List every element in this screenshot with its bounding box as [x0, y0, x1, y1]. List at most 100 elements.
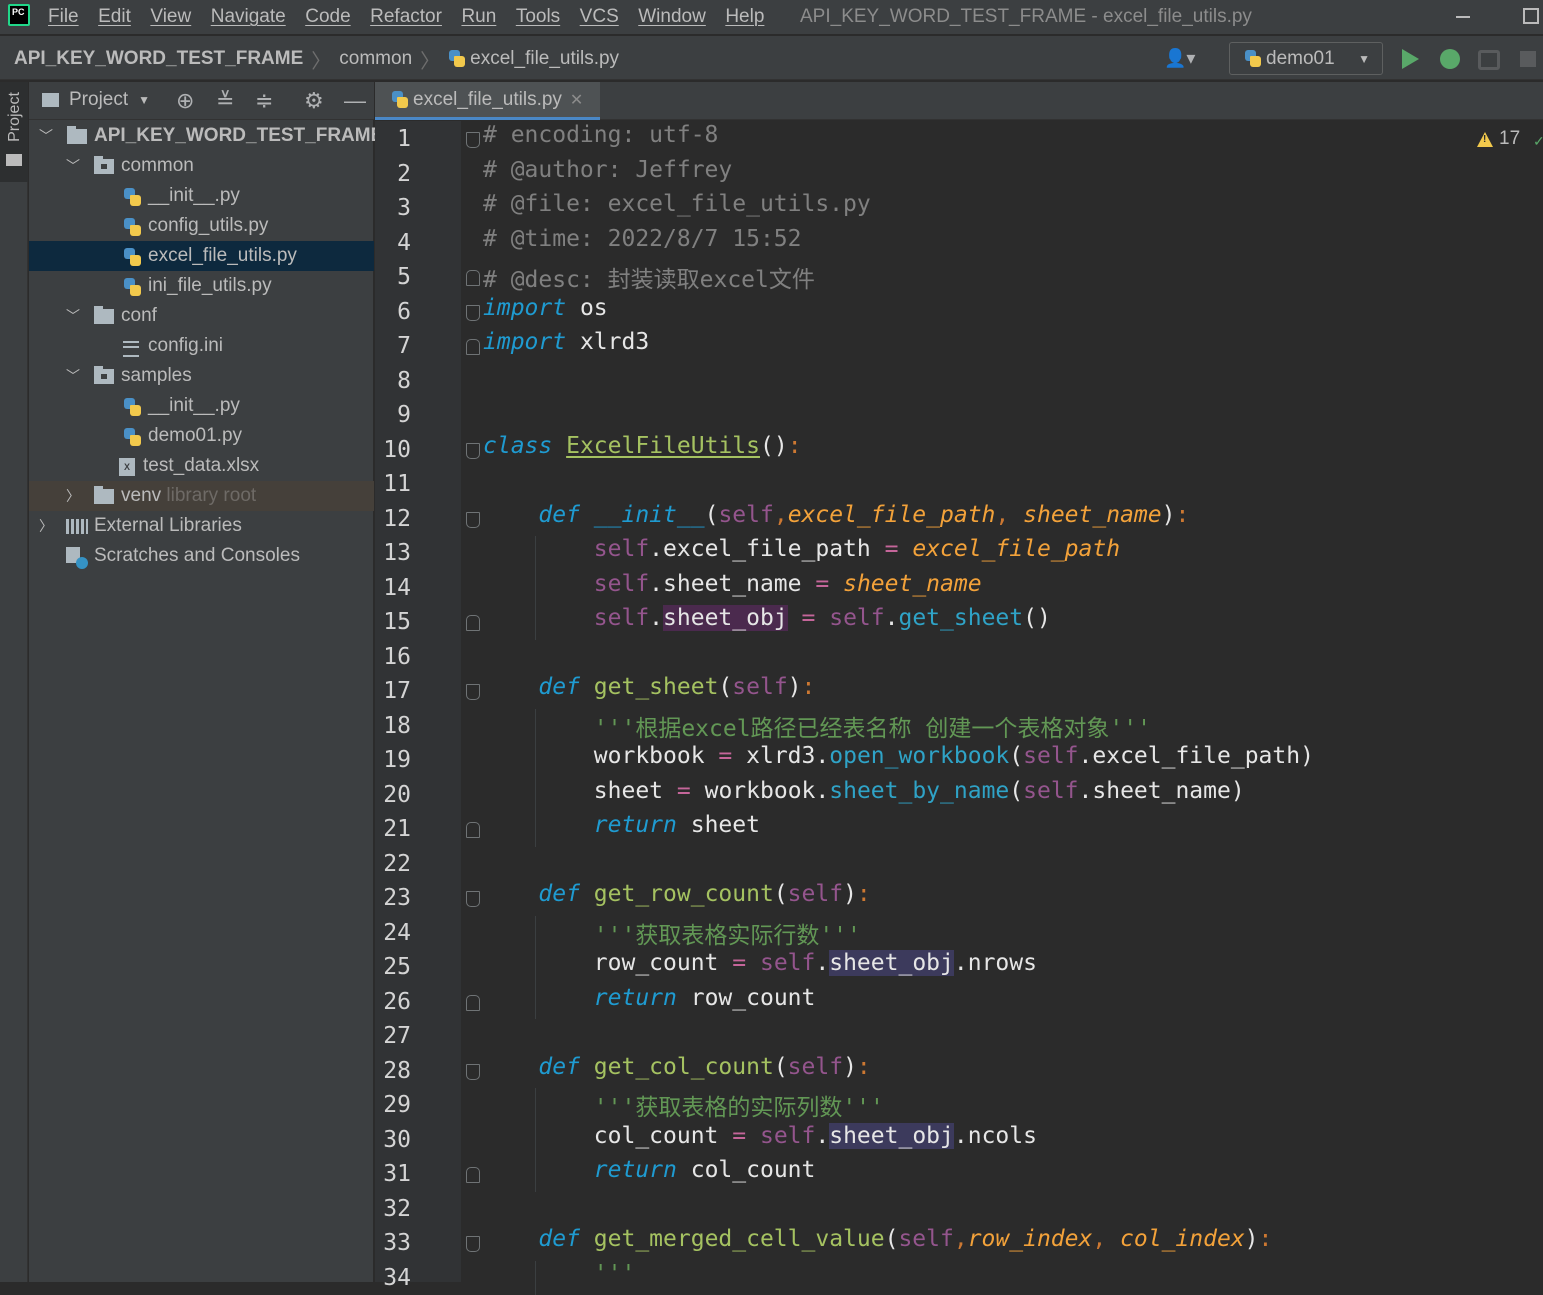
code-line[interactable]: col_count = self.sheet_obj.ncols — [483, 1123, 1037, 1158]
fold-marker-icon[interactable] — [466, 615, 480, 631]
tree-item-external-libraries[interactable]: 〉 External Libraries — [29, 511, 374, 541]
code-line[interactable]: import xlrd3 — [483, 329, 649, 364]
project-view-select[interactable]: Project ▼ — [42, 89, 150, 111]
menu-refactor[interactable]: Refactor — [370, 4, 442, 30]
breadcrumb-project[interactable]: API_KEY_WORD_TEST_FRAME — [14, 48, 303, 70]
line-number: 17 — [375, 674, 411, 709]
tree-item-file[interactable]: __init__.py — [29, 181, 374, 211]
code-line[interactable]: # encoding: utf-8 — [483, 122, 718, 157]
fold-marker-icon[interactable] — [466, 891, 480, 907]
tree-item-label: conf — [121, 301, 157, 331]
tree-item-file[interactable]: ini_file_utils.py — [29, 271, 374, 301]
inspection-warnings[interactable]: 17 — [1477, 128, 1520, 150]
fold-marker-icon[interactable] — [466, 1064, 480, 1080]
menu-vcs[interactable]: VCS — [580, 4, 619, 30]
fold-marker-icon[interactable] — [466, 132, 480, 148]
editor-tab-active[interactable]: excel_file_utils.py ✕ — [375, 82, 600, 120]
line-number: 7 — [375, 329, 411, 364]
fold-marker-icon[interactable] — [466, 995, 480, 1011]
code-line[interactable]: self.excel_file_path = excel_file_path — [483, 536, 1120, 571]
menu-code[interactable]: Code — [305, 4, 350, 30]
tree-item-file[interactable]: demo01.py — [29, 421, 374, 451]
fold-marker-icon[interactable] — [466, 1236, 480, 1252]
code-line[interactable]: def get_col_count(self): — [483, 1054, 871, 1089]
fold-marker-icon[interactable] — [466, 270, 480, 286]
package-folder-icon — [94, 159, 114, 174]
chevron-right-icon: 〉 — [39, 511, 53, 541]
code-line[interactable]: def __init__(self,excel_file_path, sheet… — [483, 502, 1189, 537]
maximize-icon[interactable] — [1523, 8, 1539, 24]
code-line[interactable]: return row_count — [483, 985, 815, 1020]
gear-icon[interactable]: ⚙ — [304, 89, 324, 113]
chevron-down-icon: ﹀ — [39, 121, 53, 151]
code-line[interactable]: return sheet — [483, 812, 760, 847]
line-number: 11 — [375, 467, 411, 502]
folder-icon — [42, 93, 59, 107]
tree-item-samples[interactable]: ﹀ samples — [29, 361, 374, 391]
locate-icon[interactable]: ⊕ — [176, 89, 194, 113]
expand-all-icon[interactable]: ≚ — [216, 89, 234, 113]
chevron-down-icon: ▼ — [1358, 52, 1370, 66]
code-line[interactable]: sheet = workbook.sheet_by_name(self.shee… — [483, 778, 1245, 813]
menu-navigate[interactable]: Navigate — [211, 4, 286, 30]
code-line[interactable]: def get_merged_cell_value(self,row_index… — [483, 1226, 1272, 1261]
run-configuration-select[interactable]: demo01 ▼ — [1229, 42, 1383, 75]
fold-marker-icon[interactable] — [466, 512, 480, 528]
menu-window[interactable]: Window — [638, 4, 706, 30]
fold-marker-icon[interactable] — [466, 1167, 480, 1183]
code-line[interactable]: return col_count — [483, 1157, 815, 1192]
code-line[interactable]: self.sheet_obj = self.get_sheet() — [483, 605, 1051, 640]
code-line[interactable]: def get_row_count(self): — [483, 881, 871, 916]
code-line[interactable]: def get_sheet(self): — [483, 674, 815, 709]
run-icon[interactable] — [1402, 49, 1419, 69]
minimize-icon[interactable] — [1456, 16, 1470, 18]
tree-item-file[interactable]: config.ini — [29, 331, 374, 361]
menu-help[interactable]: Help — [725, 4, 764, 30]
stop-icon[interactable] — [1520, 51, 1536, 67]
code-line[interactable]: workbook = xlrd3.open_workbook(self.exce… — [483, 743, 1314, 778]
tree-item-file-selected[interactable]: excel_file_utils.py — [29, 241, 374, 271]
breadcrumb-file[interactable]: excel_file_utils.py — [470, 48, 619, 70]
line-number: 6 — [375, 295, 411, 330]
fold-marker-icon[interactable] — [466, 684, 480, 700]
code-line[interactable]: # @time: 2022/8/7 15:52 — [483, 226, 802, 261]
menu-view[interactable]: View — [150, 4, 191, 30]
tree-item-project-root[interactable]: ﹀ API_KEY_WORD_TEST_FRAME — [29, 121, 374, 151]
debug-icon[interactable] — [1440, 49, 1460, 69]
user-dropdown-icon[interactable]: 👤▾ — [1164, 48, 1204, 72]
tree-item-venv[interactable]: 〉 venv library root — [29, 481, 374, 511]
code-line[interactable]: row_count = self.sheet_obj.nrows — [483, 950, 1037, 985]
code-line[interactable]: # @author: Jeffrey — [483, 157, 732, 192]
tree-item-file[interactable]: __init__.py — [29, 391, 374, 421]
python-file-icon — [123, 247, 141, 267]
hide-icon[interactable]: — — [344, 89, 366, 113]
menu-edit[interactable]: Edit — [98, 4, 131, 30]
code-line[interactable]: import os — [483, 295, 608, 330]
collapse-all-icon[interactable]: ≑ — [255, 89, 273, 113]
code-line[interactable]: self.sheet_name = sheet_name — [483, 571, 982, 606]
fold-marker-icon[interactable] — [466, 822, 480, 838]
close-icon[interactable]: ✕ — [570, 90, 583, 110]
code-line[interactable]: # @file: excel_file_utils.py — [483, 191, 871, 226]
menu-run[interactable]: Run — [461, 4, 496, 30]
code-line[interactable]: # @desc: 封装读取excel文件 — [483, 260, 815, 295]
code-line[interactable]: '''获取表格实际行数''' — [483, 916, 861, 951]
fold-marker-icon[interactable] — [466, 305, 480, 321]
line-number: 13 — [375, 536, 411, 571]
menu-tools[interactable]: Tools — [516, 4, 560, 30]
tree-item-label: External Libraries — [94, 511, 242, 541]
code-line[interactable]: '''根据excel路径已经表名称 创建一个表格对象''' — [483, 709, 1151, 744]
tree-item-common[interactable]: ﹀ common — [29, 151, 374, 181]
code-line[interactable]: ''' — [483, 1261, 635, 1295]
tree-item-file[interactable]: X test_data.xlsx — [29, 451, 374, 481]
fold-marker-icon[interactable] — [466, 443, 480, 459]
code-line[interactable]: '''获取表格的实际列数''' — [483, 1088, 884, 1123]
menu-file[interactable]: File — [48, 4, 79, 30]
tree-item-conf[interactable]: ﹀ conf — [29, 301, 374, 331]
tree-item-scratches[interactable]: Scratches and Consoles — [29, 541, 374, 571]
coverage-icon[interactable] — [1478, 50, 1500, 70]
tree-item-file[interactable]: config_utils.py — [29, 211, 374, 241]
code-line[interactable]: class ExcelFileUtils(): — [483, 433, 802, 468]
fold-marker-icon[interactable] — [466, 339, 480, 355]
breadcrumb-common[interactable]: common — [339, 48, 412, 70]
